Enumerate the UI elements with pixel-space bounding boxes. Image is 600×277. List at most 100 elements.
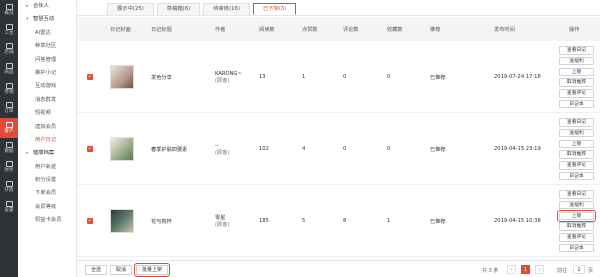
tab-1[interactable]: 草稿箱(6): [156, 3, 201, 15]
menu-item-5[interactable]: 推护小记: [18, 67, 76, 80]
menu-item-label: 健康档案: [33, 150, 55, 157]
row-checkbox[interactable]: ✓: [87, 146, 93, 152]
caret-right-icon: ▸: [26, 3, 29, 9]
batch-shelve-button[interactable]: 批量上架: [133, 263, 171, 277]
rail-item-9[interactable]: 开放: [0, 177, 18, 197]
view-diary-button[interactable]: 查看日记: [559, 190, 594, 199]
menu-item-2[interactable]: AI雷达: [18, 27, 76, 40]
menu-item-16[interactable]: 权益卡会员: [18, 214, 76, 227]
rail-item-label: 商品: [4, 69, 14, 75]
diary-title[interactable]: 春季护肤四要素: [151, 146, 187, 153]
publish-time: 2019-04-15 23:19: [494, 146, 541, 152]
publish-time: 2019-04-15 10:38: [494, 218, 541, 224]
rail-item-5[interactable]: 订单: [0, 98, 18, 118]
col-likes: 点赞数: [302, 27, 318, 33]
rail-item-4[interactable]: 营销: [0, 79, 18, 99]
select-all-button[interactable]: 全选: [85, 265, 108, 275]
overview-icon: [5, 3, 13, 10]
rail-item-1[interactable]: 工台: [0, 20, 18, 40]
cancel-button[interactable]: 取消: [110, 265, 133, 275]
shelve-button[interactable]: 上架: [559, 139, 594, 149]
tabs-divider: [77, 15, 600, 16]
diary-book-button[interactable]: 日记本: [559, 99, 594, 109]
diary-book-button[interactable]: 日记本: [559, 243, 594, 253]
menu-item-8[interactable]: 短视频: [18, 107, 76, 120]
rail-item-label: 数据: [4, 148, 14, 154]
diary-cover-image[interactable]: [110, 209, 134, 233]
caret-down-icon: ▾: [26, 16, 29, 23]
menu-group-1[interactable]: ▾ 智慧互动: [18, 13, 76, 26]
menu-item-label: 合伙人: [33, 3, 49, 9]
menu-item-14[interactable]: 下单会员: [18, 187, 76, 200]
diary-title[interactable]: 发色分享: [151, 74, 172, 81]
view-comments-button[interactable]: 查看评论: [559, 161, 594, 170]
menu-item-label: 权益卡会员: [35, 217, 62, 224]
cancel-recommend-button[interactable]: 取消推荐: [559, 78, 594, 87]
table-row: ✓ 花与荒杯 零星 (顾客) 185 5 8 1 已推荐 2019-04-15 10:38 查看日记…: [77, 185, 600, 257]
cancel-recommend-button[interactable]: 取消推荐: [559, 222, 594, 231]
menu-item-3[interactable]: 种草社区: [18, 40, 76, 53]
diary-title[interactable]: 花与荒杯: [151, 218, 172, 225]
view-comments-button[interactable]: 查看评论: [559, 233, 594, 242]
row-checkbox[interactable]: ✓: [87, 74, 93, 80]
page-1-button[interactable]: 1: [521, 265, 530, 274]
like-count: 4: [302, 146, 306, 152]
menu-item-label: 积分设置: [35, 177, 57, 184]
tab-2[interactable]: 待审核(16): [203, 3, 250, 15]
rail-item-7[interactable]: 数据: [0, 138, 18, 158]
menu-item-13[interactable]: 积分设置: [18, 174, 76, 187]
menu-item-15[interactable]: 会员等级: [18, 201, 76, 214]
cancel-recommend-button[interactable]: 取消推荐: [559, 150, 594, 159]
read-count: 185: [259, 218, 269, 224]
rail-item-2[interactable]: 店铺: [0, 39, 18, 59]
menu-item-label: 用户轨迹: [35, 163, 57, 170]
row-actions: 查看日记 送福利 上架 取消推荐查看评论 日记本: [557, 190, 596, 255]
rail-item-6[interactable]: 客户: [0, 118, 18, 138]
row-checkbox[interactable]: ✓: [87, 218, 93, 224]
view-diary-button[interactable]: 查看日记: [559, 118, 594, 127]
prev-page-button[interactable]: ‹: [507, 265, 516, 274]
menu-item-4[interactable]: 问答管理: [18, 54, 76, 67]
table-row: ✓ 春季护肤四要素 -- (顾客) 102 4 0 0 已推荐 2019-04-15 23:19 查…: [77, 113, 600, 185]
menu-group-0[interactable]: ▸ 合伙人: [18, 0, 76, 13]
comment-count: 0: [343, 74, 347, 80]
like-count: 1: [302, 74, 306, 80]
row-actions: 查看日记 送福利 上架 取消推荐查看评论 日记本: [559, 118, 594, 183]
author-cell: -- (顾客): [215, 143, 255, 156]
send-gift-button[interactable]: 送福利: [559, 128, 594, 138]
shelve-button[interactable]: 上架: [557, 209, 596, 222]
tab-3[interactable]: 已下架(3): [252, 3, 297, 15]
view-comments-button[interactable]: 查看评论: [559, 89, 594, 98]
rail-item-0[interactable]: 概况: [0, 0, 18, 20]
menu-item-10[interactable]: 用户日记: [18, 134, 76, 147]
menu-item-label: 用户日记: [35, 136, 57, 143]
diary-cover-image[interactable]: [110, 137, 134, 161]
col-title: 日记标题: [151, 27, 172, 33]
read-count: 13: [259, 74, 266, 80]
rail-item-label: 客户: [4, 128, 14, 134]
goto-page-input[interactable]: 1: [573, 265, 585, 274]
menu-item-9[interactable]: 虚拟会员: [18, 121, 76, 134]
menu-item-12[interactable]: 用户轨迹: [18, 161, 76, 174]
diary-book-button[interactable]: 日记本: [559, 171, 594, 181]
row-actions: 查看日记 送福利 上架 取消推荐查看评论 日记本: [559, 46, 594, 111]
send-gift-button[interactable]: 送福利: [559, 200, 594, 210]
menu-item-label: 消息群发: [35, 96, 57, 103]
rail-item-10[interactable]: 设置: [0, 197, 18, 217]
goods-icon: [5, 62, 13, 69]
menu-item-7[interactable]: 消息群发: [18, 94, 76, 107]
diary-cover-image[interactable]: [110, 65, 134, 89]
marketing-icon: [5, 82, 13, 89]
col-cover: 日记封面: [110, 27, 131, 33]
send-gift-button[interactable]: 送福利: [559, 56, 594, 66]
tab-0[interactable]: 展示中(25): [107, 3, 154, 15]
menu-item-6[interactable]: 互动游戏: [18, 80, 76, 93]
shelve-button[interactable]: 上架: [559, 67, 594, 77]
rail-item-3[interactable]: 商品: [0, 59, 18, 79]
rail-item-8[interactable]: 财务: [0, 158, 18, 178]
menu-item-label: 短视频: [35, 110, 51, 117]
author-role: (顾客): [215, 149, 230, 156]
view-diary-button[interactable]: 查看日记: [559, 46, 594, 55]
next-page-button[interactable]: ›: [535, 265, 544, 274]
menu-group-11[interactable]: ▸ 健康档案: [18, 147, 76, 160]
